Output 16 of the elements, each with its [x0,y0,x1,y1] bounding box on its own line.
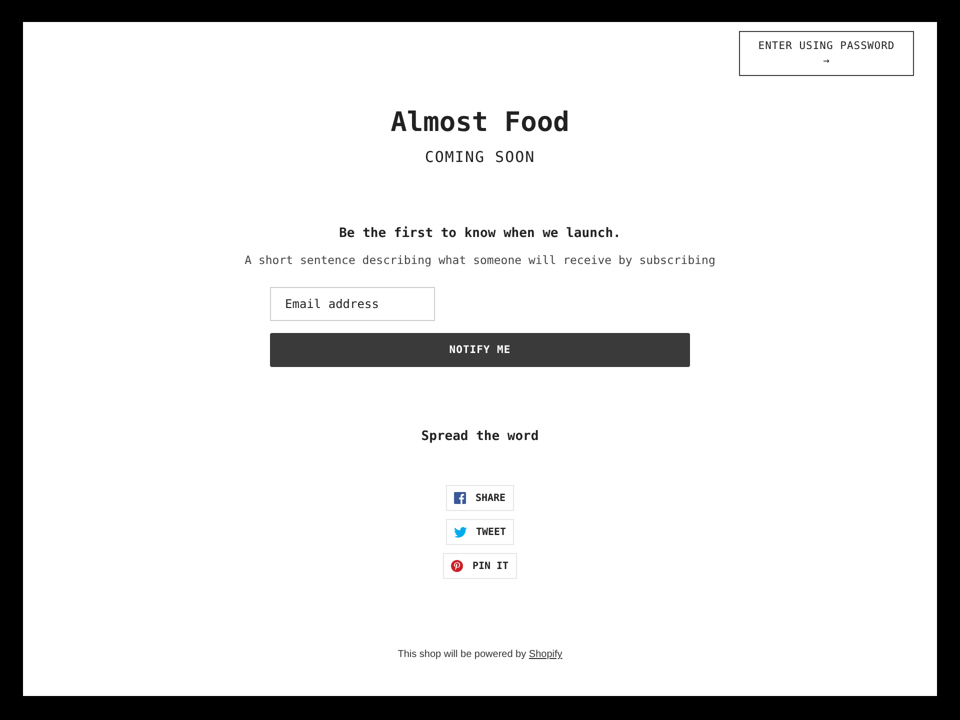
notify-button[interactable]: NOTIFY ME [270,333,690,367]
footer-text: This shop will be powered by Shopify [398,649,562,660]
signup-heading: Be the first to know when we launch. [339,226,621,241]
signup-description: A short sentence describing what someone will receive by subscribing [244,253,716,267]
share-button[interactable]: SHARE [446,485,514,511]
coming-soon-text: COMING SOON [424,148,536,166]
share-button[interactable]: PIN IT [443,553,517,579]
share-heading: Spread the word [421,429,539,444]
enter-password-button[interactable]: ENTER USING PASSWORD → [739,31,914,76]
facebook-icon [454,492,466,504]
shop-title: Almost Food [390,106,570,140]
share-button[interactable]: TWEET [446,519,514,545]
bird-icon [454,526,467,538]
pinterest-icon [451,560,464,572]
shopify-link[interactable]: Shopify [528,649,562,660]
email-field[interactable]: Email address [270,287,435,321]
